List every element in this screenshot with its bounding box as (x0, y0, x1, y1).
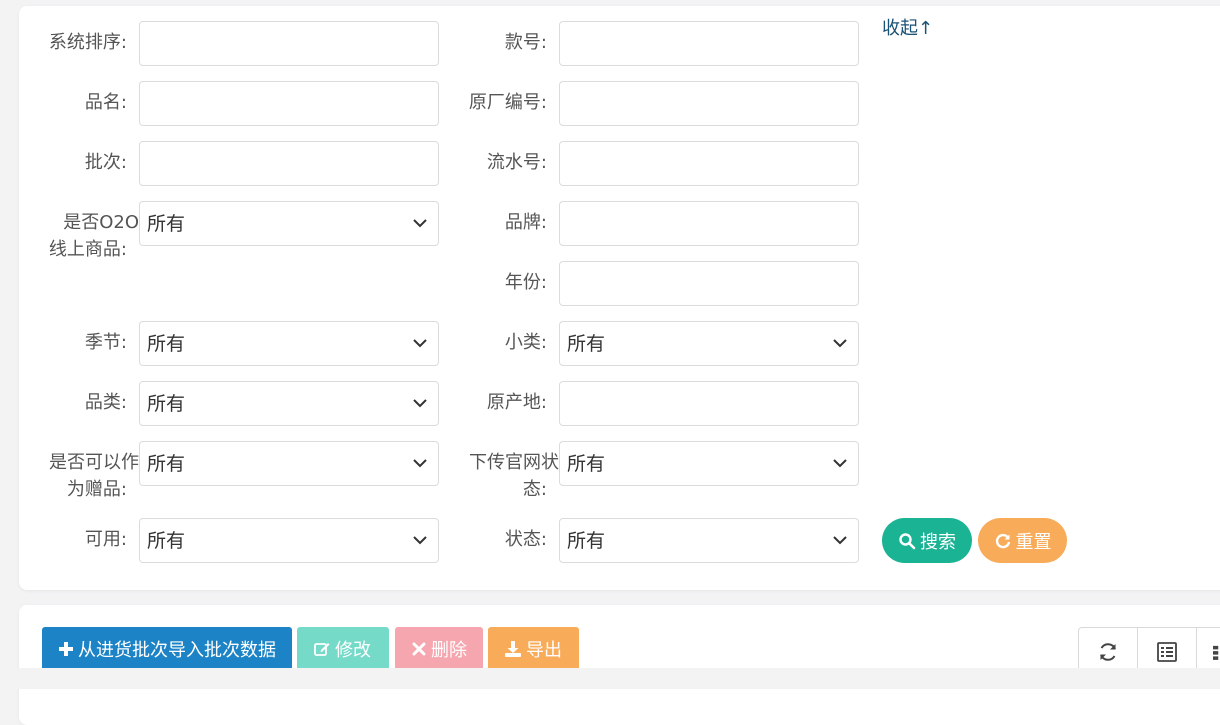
label-category: 品类: (84, 392, 127, 413)
chevron-down-icon (833, 459, 847, 468)
chevron-down-icon (413, 399, 427, 408)
label-season: 季节: (84, 332, 127, 353)
label-year: 年份: (504, 272, 547, 293)
label-factory-no: 原厂编号: (468, 92, 547, 113)
chevron-down-icon (413, 459, 427, 468)
edit-icon (314, 643, 330, 656)
factory-no-input[interactable] (559, 81, 859, 126)
search-icon (899, 532, 916, 549)
year-input[interactable] (559, 261, 859, 306)
label-gift-line2: 为赠品: (66, 479, 127, 500)
upload-status-select[interactable]: 所有 (559, 441, 859, 486)
label-product-name: 品名: (84, 92, 127, 113)
label-subcategory: 小类: (504, 332, 547, 353)
label-upload-line2: 态: (522, 479, 547, 500)
edit-button-label: 修改 (335, 640, 371, 661)
category-select[interactable]: 所有 (139, 381, 439, 426)
grid-icon (1213, 645, 1219, 660)
label-batch: 批次: (84, 152, 127, 173)
download-icon (505, 641, 521, 657)
export-button-label: 导出 (526, 640, 562, 661)
chevron-down-icon (413, 219, 427, 228)
available-select[interactable]: 所有 (139, 518, 439, 563)
system-sort-input[interactable] (139, 21, 439, 66)
label-status: 状态: (504, 529, 547, 550)
refresh-icon (1100, 643, 1116, 661)
category-select-value: 所有 (147, 393, 186, 415)
season-select[interactable]: 所有 (139, 321, 439, 366)
plus-icon (59, 642, 73, 656)
o2o-select[interactable]: 所有 (139, 201, 439, 246)
chevron-down-icon (413, 536, 427, 545)
refresh-icon (995, 533, 1010, 548)
available-select-value: 所有 (147, 530, 186, 552)
label-brand: 品牌: (504, 212, 547, 233)
delete-button[interactable]: 删除 (395, 627, 483, 671)
reset-button-label: 重置 (1015, 531, 1052, 553)
label-serial-no: 流水号: (486, 152, 547, 173)
chevron-down-icon (833, 536, 847, 545)
label-origin: 原产地: (486, 392, 547, 413)
edit-button[interactable]: 修改 (297, 627, 389, 671)
gift-select-value: 所有 (147, 453, 186, 475)
label-style-no: 款号: (504, 32, 547, 53)
import-batch-label: 从进货批次导入批次数据 (78, 640, 276, 661)
batch-input[interactable] (139, 141, 439, 186)
delete-button-label: 删除 (431, 640, 467, 661)
label-gift-line1: 是否可以作 (49, 452, 139, 473)
subcategory-select[interactable]: 所有 (559, 321, 859, 366)
reset-button[interactable]: 重置 (978, 518, 1067, 563)
serial-no-input[interactable] (559, 141, 859, 186)
style-no-input[interactable] (559, 21, 859, 66)
gift-select[interactable]: 所有 (139, 441, 439, 486)
page-bottom-edge (0, 668, 1220, 689)
collapse-link[interactable]: 收起↑ (882, 14, 933, 40)
product-name-input[interactable] (139, 81, 439, 126)
o2o-select-value: 所有 (147, 213, 186, 235)
label-o2o-line2: 线上商品: (48, 239, 127, 260)
label-upload-line1: 下传官网状 (469, 452, 559, 473)
status-select-value: 所有 (567, 530, 606, 552)
export-button[interactable]: 导出 (488, 627, 579, 671)
times-icon (412, 642, 426, 656)
list-icon (1157, 642, 1177, 662)
search-button[interactable]: 搜索 (882, 518, 972, 563)
chevron-down-icon (833, 339, 847, 348)
label-system-sort: 系统排序: (48, 32, 127, 53)
brand-input[interactable] (559, 201, 859, 246)
import-batch-button[interactable]: 从进货批次导入批次数据 (42, 627, 292, 671)
label-o2o-line1: 是否O2O (63, 212, 139, 233)
chevron-down-icon (413, 339, 427, 348)
search-button-label: 搜索 (920, 531, 956, 553)
label-available: 可用: (84, 529, 127, 550)
origin-input[interactable] (559, 381, 859, 426)
subcategory-select-value: 所有 (567, 333, 606, 355)
upload-status-select-value: 所有 (567, 453, 606, 475)
status-select[interactable]: 所有 (559, 518, 859, 563)
season-select-value: 所有 (147, 333, 186, 355)
